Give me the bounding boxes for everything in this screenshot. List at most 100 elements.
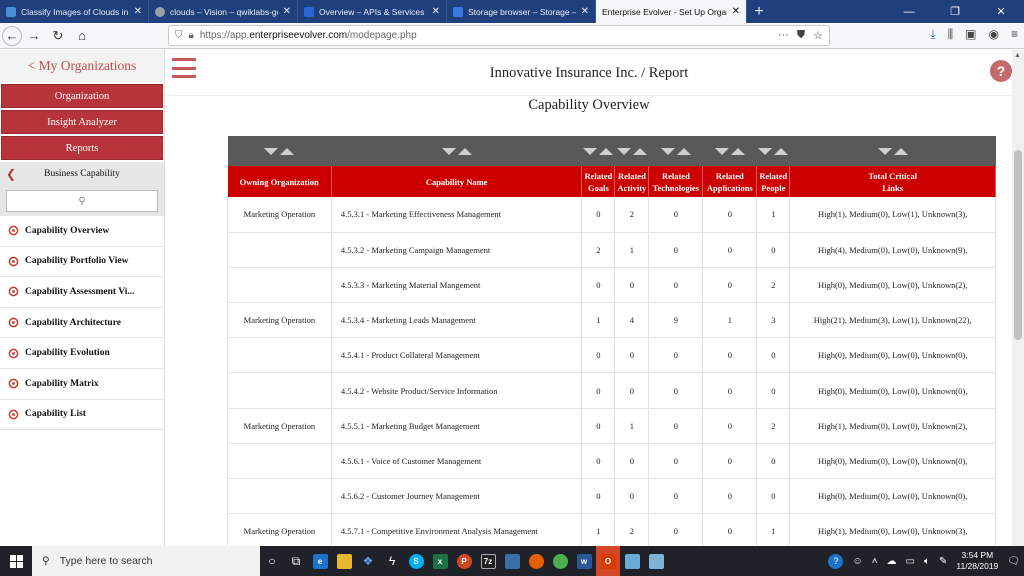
pocket-icon[interactable]: ⛊ xyxy=(797,29,805,42)
reports-button[interactable]: Reports xyxy=(1,136,163,160)
home-icon[interactable]: ⌂ xyxy=(70,25,94,47)
start-button[interactable] xyxy=(0,546,32,576)
page-actions-icon[interactable]: ··· xyxy=(778,29,789,42)
sort-asc-icon[interactable] xyxy=(599,148,614,155)
screen-icon[interactable] xyxy=(620,546,644,576)
sort-desc-icon[interactable] xyxy=(758,148,773,155)
sort-asc-icon[interactable] xyxy=(893,148,908,155)
firefox-icon[interactable] xyxy=(524,546,548,576)
menu-icon[interactable]: ≡ xyxy=(1011,27,1018,42)
sort-desc-icon[interactable] xyxy=(616,148,631,155)
sort-control[interactable] xyxy=(648,136,703,166)
sort-asc-icon[interactable] xyxy=(280,148,295,155)
office-icon[interactable]: O xyxy=(596,546,620,576)
back-icon[interactable]: ← xyxy=(2,25,22,46)
sort-control[interactable] xyxy=(331,136,582,166)
network-icon[interactable]: ▭ xyxy=(906,556,915,567)
sort-desc-icon[interactable] xyxy=(441,148,456,155)
taskbar-search[interactable]: ⚲ Type here to search xyxy=(32,546,260,576)
column-header[interactable]: Total Critical Links xyxy=(789,166,996,197)
sort-control[interactable] xyxy=(227,136,332,166)
word-icon[interactable]: w xyxy=(572,546,596,576)
capability-name-cell[interactable]: 4.5.4.2 - Website Product/Service Inform… xyxy=(331,372,583,409)
capability-name-cell[interactable]: 4.5.3.2 - Marketing Campaign Management xyxy=(331,232,583,268)
library-icon[interactable]: ⫼ xyxy=(948,27,954,42)
cortana-icon[interactable]: ○ xyxy=(260,546,284,576)
sort-asc-icon[interactable] xyxy=(676,148,691,155)
page-scrollbar[interactable]: ▲ xyxy=(1012,50,1024,546)
sort-desc-icon[interactable] xyxy=(714,148,729,155)
table-row[interactable]: 4.5.6.1 - Voice of Customer Management 0 0… xyxy=(227,443,996,480)
sidebar-item-capability-portfolio-view[interactable]: Capability Portfolio View xyxy=(0,247,164,278)
sidebar-item-capability-matrix[interactable]: Capability Matrix xyxy=(0,369,164,400)
sort-asc-icon[interactable] xyxy=(774,148,789,155)
skype-icon[interactable]: S xyxy=(404,546,428,576)
people-icon[interactable]: ☺ xyxy=(852,556,862,567)
table-row[interactable]: Marketing Operation 4.5.3.1 - Marketing E… xyxy=(227,197,996,233)
close-tab-icon[interactable]: ✕ xyxy=(283,6,291,17)
sort-asc-icon[interactable] xyxy=(730,148,745,155)
table-row[interactable]: Marketing Operation 4.5.3.4 - Marketing L… xyxy=(227,302,996,339)
column-header[interactable]: Related Goals xyxy=(581,166,616,197)
chrome-icon[interactable] xyxy=(548,546,572,576)
capability-name-cell[interactable]: 4.5.6.1 - Voice of Customer Management xyxy=(331,443,583,480)
column-header[interactable]: Related Technologies xyxy=(648,166,704,197)
capability-name-cell[interactable]: 4.5.6.2 - Customer Journey Management xyxy=(331,478,583,515)
download-icon[interactable]: ⤓ xyxy=(930,27,935,42)
show-hidden-icons[interactable]: ˄ xyxy=(872,556,878,567)
app-icon[interactable]: ϟ xyxy=(380,546,404,576)
sort-control[interactable] xyxy=(702,136,757,166)
capability-name-cell[interactable]: 4.5.3.4 - Marketing Leads Management xyxy=(331,302,583,339)
table-row[interactable]: Marketing Operation 4.5.5.1 - Marketing B… xyxy=(227,408,996,444)
minimize-icon[interactable]: — xyxy=(886,0,932,23)
forward-icon[interactable]: → xyxy=(22,25,46,47)
table-row[interactable]: 4.5.4.2 - Website Product/Service Inform… xyxy=(227,372,996,409)
sidebar-item-capability-assessment-view[interactable]: Capability Assessment Vi... xyxy=(0,277,164,308)
organization-button[interactable]: Organization xyxy=(1,84,163,108)
dropbox-icon[interactable]: ❖ xyxy=(356,546,380,576)
browser-tab[interactable]: Overview – APIs & Services – q ✕ xyxy=(298,0,447,23)
table-row[interactable]: Marketing Operation 4.5.7.1 - Competitive… xyxy=(227,513,996,546)
sort-asc-icon[interactable] xyxy=(457,148,472,155)
7zip-icon[interactable]: 7z xyxy=(476,546,500,576)
sort-control[interactable] xyxy=(756,136,790,166)
column-header[interactable]: Owning Organization xyxy=(227,166,332,197)
sort-desc-icon[interactable] xyxy=(583,148,598,155)
scrollbar-thumb[interactable] xyxy=(1014,150,1022,340)
browser-tab[interactable]: Classify Images of Clouds in th ✕ xyxy=(0,0,149,23)
excel-icon[interactable]: x xyxy=(428,546,452,576)
file-explorer-icon[interactable] xyxy=(332,546,356,576)
shield-icon[interactable]: ⛉ xyxy=(175,30,183,41)
edge-icon[interactable]: e xyxy=(308,546,332,576)
capability-name-cell[interactable]: 4.5.3.1 - Marketing Effectiveness Manage… xyxy=(331,197,583,233)
maximize-icon[interactable]: ❐ xyxy=(932,0,978,23)
sort-control[interactable] xyxy=(614,136,649,166)
pen-icon[interactable]: ✎ xyxy=(939,556,947,567)
sidebar-item-capability-evolution[interactable]: Capability Evolution xyxy=(0,338,164,369)
chevron-left-icon[interactable]: ❮ xyxy=(6,167,16,182)
sort-asc-icon[interactable] xyxy=(632,148,647,155)
insight-analyzer-button[interactable]: Insight Analyzer xyxy=(1,110,163,134)
table-row[interactable]: 4.5.3.2 - Marketing Campaign Management 2… xyxy=(227,232,996,268)
sidebar-item-capability-list[interactable]: Capability List xyxy=(0,400,164,431)
sort-desc-icon[interactable] xyxy=(877,148,892,155)
sort-control[interactable] xyxy=(581,136,615,166)
address-bar[interactable]: ⛉ 🔒︎ https://app.enterpriseevolver.com/m… xyxy=(168,25,830,46)
my-organizations-link[interactable]: < My Organizations xyxy=(0,50,164,82)
notifications-icon[interactable]: 🗨︎ xyxy=(1007,556,1020,567)
capability-name-cell[interactable]: 4.5.7.1 - Competitive Environment Analys… xyxy=(331,513,583,546)
bookmark-star-icon[interactable]: ☆ xyxy=(813,29,823,42)
sidebar-toggle-icon[interactable]: ▣ xyxy=(965,27,976,42)
column-header[interactable]: Related Activity xyxy=(614,166,650,197)
capability-name-cell[interactable]: 4.5.3.3 - Marketing Material Mangement xyxy=(331,267,583,304)
powerpoint-icon[interactable]: P xyxy=(452,546,476,576)
browser-tab[interactable]: Storage browser – Storage – q ✕ xyxy=(447,0,596,23)
close-tab-icon[interactable]: ✕ xyxy=(134,6,142,17)
clock[interactable]: 3:54 PM 11/28/2019 xyxy=(956,550,998,572)
capability-name-cell[interactable]: 4.5.5.1 - Marketing Budget Management xyxy=(331,408,583,444)
photos-icon[interactable] xyxy=(500,546,524,576)
table-row[interactable]: 4.5.6.2 - Customer Journey Management 0 0 0… xyxy=(227,478,996,515)
volume-icon[interactable]: 🔈︎ xyxy=(924,556,930,567)
table-row[interactable]: 4.5.3.3 - Marketing Material Mangement 0 0… xyxy=(227,267,996,304)
sort-desc-icon[interactable] xyxy=(264,148,279,155)
